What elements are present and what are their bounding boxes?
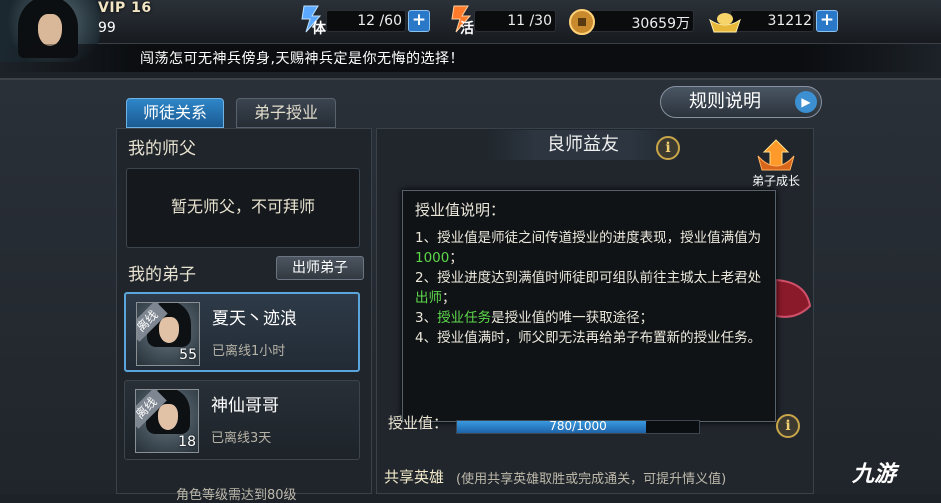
stamina-label: 体 <box>312 21 326 37</box>
ingots-value: 31212 <box>767 13 812 29</box>
my-disciples-title: 我的弟子 <box>128 265 196 285</box>
disciple-name: 神仙哥哥 <box>211 396 279 416</box>
announcement-marquee: 闯荡怎可无神兵傍身,天赐神兵定是你无悔的选择！ <box>140 51 464 67</box>
rules-button[interactable]: 规则说明 ▶ <box>660 86 822 118</box>
disciple-status: 已离线1小时 <box>212 344 286 359</box>
rules-button-label: 规则说明 <box>689 91 761 112</box>
shared-hero-title: 共享英雄 <box>384 468 445 486</box>
teaching-value-progress: 780/1000 <box>456 419 700 434</box>
disciple-growth-label: 弟子成长 <box>751 174 800 188</box>
vip-badge: VIP 16 <box>98 0 152 16</box>
mentor-info-icon[interactable]: i <box>656 136 680 160</box>
coin-icon <box>569 9 595 35</box>
my-master-title: 我的师父 <box>128 139 196 159</box>
coins-resource: 30659万 <box>568 8 696 35</box>
teaching-value-label: 授业值： <box>388 414 449 432</box>
logo-text: 九游 <box>852 462 897 487</box>
avatar-face <box>38 14 62 46</box>
disciple-card[interactable]: 离线 55 夏天丶迹浪 已离线1小时 <box>124 292 360 372</box>
tooltip-line-4: 4、授业值满时，师父即无法再给弟子布置新的授业任务。 <box>415 330 762 346</box>
shared-hero-note: (使用共享英雄取胜或完成通关，可提升情义值) <box>456 472 727 487</box>
master-empty-box: 暂无师父，不可拜师 <box>126 168 360 248</box>
progress-text: 780/1000 <box>549 419 607 433</box>
disciple-level: 18 <box>178 434 196 450</box>
graduate-disciples-button[interactable]: 出师弟子 <box>276 256 364 280</box>
disciple-level: 55 <box>179 347 197 363</box>
vitality-value: 11 /30 <box>507 13 552 29</box>
disciple-name: 夏天丶迹浪 <box>212 309 297 329</box>
ingots-resource: 31212 + <box>708 8 840 34</box>
tooltip-title: 授业值说明： <box>415 201 506 219</box>
mentor-banner: 良师益友 <box>486 130 680 160</box>
coins-value: 30659万 <box>631 16 690 32</box>
tooltip-line-1: 1、授业值是师徒之间传道授业的进度表现，授业值满值为1000； <box>415 230 762 266</box>
play-arrow-icon: ▶ <box>795 91 817 113</box>
gold-ingot-icon <box>709 13 741 33</box>
stamina-value: 12 /60 <box>357 13 402 29</box>
teaching-value-tooltip: 授业值说明： 1、授业值是师徒之间传道授业的进度表现，授业值满值为1000； 2… <box>402 190 776 422</box>
disciple-portrait: 离线 18 <box>135 389 199 453</box>
vitality-label: 活 <box>460 21 474 37</box>
add-stamina-button[interactable]: + <box>408 10 430 32</box>
disciple-status: 已离线3天 <box>211 431 272 446</box>
disciple-portrait: 离线 55 <box>136 302 200 366</box>
tooltip-line-2: 2、授业进度达到满值时师徒即可组队前往主城太上老君处出师； <box>415 270 762 306</box>
tooltip-line-3: 3、授业任务是授业值的唯一获取途径； <box>415 310 654 326</box>
equipment-item-icon <box>776 278 812 318</box>
tab-master-disciple[interactable]: 师徒关系 <box>126 98 224 128</box>
master-empty-text: 暂无师父，不可拜师 <box>170 197 315 216</box>
vitality-resource: 活 11 /30 <box>446 5 558 37</box>
player-level: 99 <box>98 20 116 36</box>
tab-disciple-teaching[interactable]: 弟子授业 <box>236 98 336 128</box>
stamina-resource: 体 12 /60 + <box>298 5 432 37</box>
teaching-value-info-icon[interactable]: i <box>776 414 800 438</box>
disciple-card[interactable]: 离线 18 神仙哥哥 已离线3天 <box>124 380 360 460</box>
site-logo: 九游 <box>852 456 941 492</box>
add-ingots-button[interactable]: + <box>816 10 838 32</box>
